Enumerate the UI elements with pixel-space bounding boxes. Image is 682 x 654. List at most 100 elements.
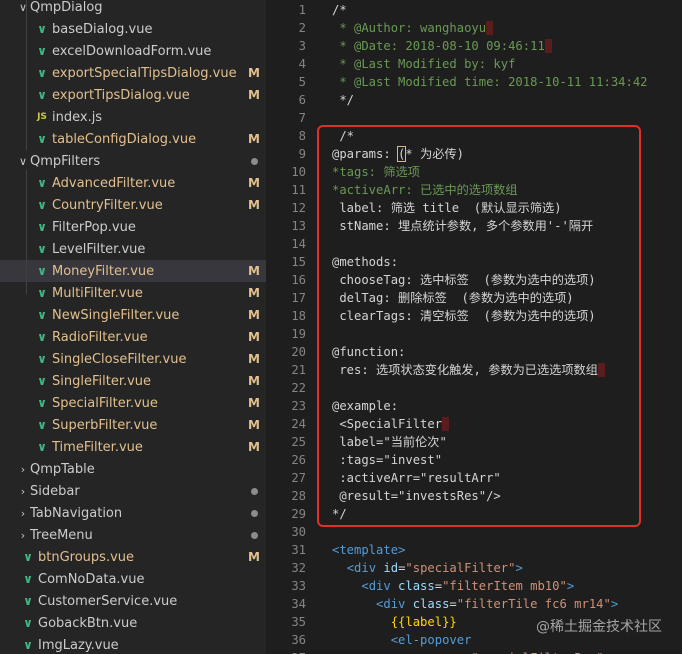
- code-line[interactable]: 33 <div class="filterItem mb10">: [266, 577, 682, 595]
- explorer-file[interactable]: ∨ FilterPop.vue: [0, 216, 266, 238]
- code-line[interactable]: 2 * @Author: wanghaoyu: [266, 19, 682, 37]
- code-line[interactable]: 7: [266, 109, 682, 127]
- code-token: <div: [346, 561, 384, 575]
- explorer-file[interactable]: ∨ exportTipsDialog.vue M: [0, 84, 266, 106]
- code-text: /*: [332, 1, 347, 19]
- code-line[interactable]: 5 * @Last Modified time: 2018-10-11 11:3…: [266, 73, 682, 91]
- explorer-file[interactable]: JS index.js: [0, 106, 266, 128]
- vue-file-icon: ∨: [37, 22, 47, 36]
- line-number: 33: [291, 579, 306, 593]
- code-line[interactable]: 8 /*: [266, 127, 682, 145]
- explorer-file[interactable]: ∨ SingleCloseFilter.vue M: [0, 348, 266, 370]
- explorer-file[interactable]: ∨ CustomerService.vue: [0, 590, 266, 612]
- code-line[interactable]: 1 /*: [266, 1, 682, 19]
- vue-file-icon: ∨: [37, 88, 47, 102]
- vue-file-icon: ∨: [37, 286, 47, 300]
- code-line[interactable]: 15 @methods:: [266, 253, 682, 271]
- code-line[interactable]: 20 @function:: [266, 343, 682, 361]
- explorer-file[interactable]: ∨ AdvancedFilter.vue M: [0, 172, 266, 194]
- code-token: res: 选项状态变化触发, 参数为已选选项数组: [332, 363, 598, 377]
- explorer-item-label: QmpDialog: [30, 0, 103, 15]
- code-line[interactable]: 25 label="当前伦次": [266, 433, 682, 451]
- vue-file-icon: ∨: [37, 44, 47, 58]
- code-line[interactable]: 12 label: 筛选 title (默认显示筛选): [266, 199, 682, 217]
- explorer-file[interactable]: ∨ btnGroups.vue M: [0, 546, 266, 568]
- explorer-folder[interactable]: › QmpTable: [0, 458, 266, 480]
- explorer-file[interactable]: ∨ CountryFilter.vue M: [0, 194, 266, 216]
- line-number: 34: [291, 597, 306, 611]
- explorer-file[interactable]: ∨ tableConfigDialog.vue M: [0, 128, 266, 150]
- indent-guide: [26, 170, 27, 294]
- explorer-file[interactable]: ∨ baseDialog.vue: [0, 18, 266, 40]
- explorer-file[interactable]: ∨ NewSingleFilter.vue M: [0, 304, 266, 326]
- trailing-whitespace-marker: [486, 21, 494, 35]
- line-number: 14: [291, 237, 306, 251]
- explorer-folder[interactable]: › TabNavigation: [0, 502, 266, 524]
- code-text: *tags: 筛选项: [332, 163, 420, 181]
- code-line[interactable]: 37 ........="specialFilterPop": [266, 649, 682, 654]
- code-text: @result="investsRes"/>: [332, 487, 500, 505]
- explorer-folder[interactable]: › Sidebar: [0, 480, 266, 502]
- code-line[interactable]: 26 :tags="invest": [266, 451, 682, 469]
- code-line[interactable]: 29 */: [266, 505, 682, 523]
- explorer-item-label: exportSpecialTipsDialog.vue: [52, 65, 237, 81]
- explorer-file[interactable]: ∨ RadioFilter.vue M: [0, 326, 266, 348]
- code-token: <div: [361, 579, 399, 593]
- line-number: 2: [298, 21, 306, 35]
- vue-file-icon: ∨: [37, 330, 47, 344]
- line-number: 1: [298, 3, 306, 17]
- code-editor[interactable]: 1 /* 2 * @Author: wanghaoyu 3 * @Date: 201…: [266, 0, 682, 654]
- modified-badge: M: [248, 396, 260, 410]
- code-text: * @Author: wanghaoyu: [332, 19, 494, 37]
- code-line[interactable]: 30: [266, 523, 682, 541]
- code-line[interactable]: 3 * @Date: 2018-08-10 09:46:11: [266, 37, 682, 55]
- code-line[interactable]: 16 chooseTag: 选中标签 (参数为选中的选项): [266, 271, 682, 289]
- code-line[interactable]: 24 <SpecialFilter: [266, 415, 682, 433]
- explorer-file[interactable]: ∨ exportSpecialTipsDialog.vue M: [0, 62, 266, 84]
- code-line[interactable]: 13 stName: 埋点统计参数, 多个参数用'-'隔开: [266, 217, 682, 235]
- code-line[interactable]: 28 @result="investsRes"/>: [266, 487, 682, 505]
- explorer-file[interactable]: ∨ GobackBtn.vue: [0, 612, 266, 634]
- explorer-file[interactable]: ∨ LevelFilter.vue: [0, 238, 266, 260]
- explorer-file[interactable]: ∨ TimeFilter.vue M: [0, 436, 266, 458]
- trailing-whitespace-marker: [597, 363, 606, 377]
- code-line[interactable]: 27 :activeArr="resultArr": [266, 469, 682, 487]
- code-line[interactable]: 17 delTag: 删除标签 (参数为选中的选项): [266, 289, 682, 307]
- explorer-file[interactable]: ∨ MultiFilter.vue M: [0, 282, 266, 304]
- explorer-file[interactable]: ∨ SpecialFilter.vue M: [0, 392, 266, 414]
- code-line[interactable]: 4 * @Last Modified by: kyf: [266, 55, 682, 73]
- code-line[interactable]: 31 <template>: [266, 541, 682, 559]
- code-line[interactable]: 14: [266, 235, 682, 253]
- code-line[interactable]: 22: [266, 379, 682, 397]
- explorer-folder[interactable]: ∨ QmpFilters: [0, 150, 266, 172]
- explorer-file[interactable]: ∨ excelDownloadForm.vue: [0, 40, 266, 62]
- code-line[interactable]: 9 @params: (* 为必传): [266, 145, 682, 163]
- explorer-file[interactable]: ∨ ComNoData.vue: [0, 568, 266, 590]
- code-token: * @Last Modified by: kyf: [332, 57, 516, 71]
- explorer-file[interactable]: ∨ SuperbFilter.vue M: [0, 414, 266, 436]
- code-line[interactable]: 19: [266, 325, 682, 343]
- code-line[interactable]: 11 *activeArr: 已选中的选项数组: [266, 181, 682, 199]
- line-number: 22: [291, 381, 306, 395]
- explorer-file[interactable]: ∨ ImgLazy.vue: [0, 634, 266, 654]
- explorer-file[interactable]: ∨ MoneyFilter.vue M: [0, 260, 266, 282]
- code-token: @methods:: [332, 255, 399, 269]
- explorer-folder[interactable]: › TreeMenu: [0, 524, 266, 546]
- code-line[interactable]: 18 clearTags: 清空标签 (参数为选中的选项): [266, 307, 682, 325]
- file-explorer: ∨ QmpDialog ∨ baseDialog.vue ∨ excelDownloadF…: [0, 0, 266, 654]
- explorer-item-label: btnGroups.vue: [38, 549, 135, 565]
- code-line[interactable]: 23 @example:: [266, 397, 682, 415]
- explorer-file[interactable]: ∨ SingleFilter.vue M: [0, 370, 266, 392]
- code-token: label: 筛选 title (默认显示筛选): [332, 201, 562, 215]
- code-line[interactable]: 21 res: 选项状态变化触发, 参数为已选选项数组: [266, 361, 682, 379]
- explorer-item-label: SpecialFilter.vue: [52, 395, 158, 411]
- code-line[interactable]: 6 */: [266, 91, 682, 109]
- code-token: label="当前伦次": [332, 435, 447, 449]
- js-file-icon: JS: [37, 112, 47, 122]
- code-line[interactable]: 10 *tags: 筛选项: [266, 163, 682, 181]
- code-line[interactable]: 32 <div id="specialFilter">: [266, 559, 682, 577]
- explorer-folder[interactable]: ∨ QmpDialog: [0, 0, 266, 18]
- line-number: 20: [291, 345, 306, 359]
- code-line[interactable]: 34 <div class="filterTile fc6 mr14">: [266, 595, 682, 613]
- line-number: 36: [291, 633, 306, 647]
